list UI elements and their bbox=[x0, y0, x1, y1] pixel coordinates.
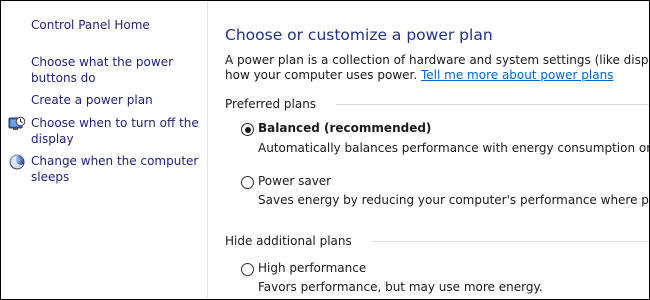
plan-name-power-saver[interactable]: Power saver bbox=[258, 174, 331, 188]
sleep-moon-icon bbox=[8, 153, 26, 171]
sidebar-item-control-panel-home[interactable]: Control Panel Home bbox=[31, 18, 201, 34]
sidebar-item-label-line: buttons do bbox=[31, 70, 96, 85]
display-timer-icon bbox=[8, 115, 26, 133]
plan-description-power-saver: Saves energy by reducing your computer's… bbox=[258, 193, 649, 207]
sidebar-item-label-line: sleeps bbox=[31, 169, 70, 184]
description-text: how your computer uses power. bbox=[225, 68, 418, 82]
sidebar-item-power-buttons[interactable]: Choose what the power buttons do bbox=[31, 55, 201, 86]
plan-name-balanced[interactable]: Balanced (recommended) bbox=[258, 121, 431, 135]
radio-selected-dot bbox=[244, 126, 251, 133]
page-title: Choose or customize a power plan bbox=[225, 26, 493, 44]
preferred-plans-header: Preferred plans bbox=[225, 97, 317, 111]
sidebar-item-computer-sleeps[interactable]: Change when the computer sleeps bbox=[31, 154, 201, 185]
learn-more-link[interactable]: Tell me more about power plans bbox=[421, 68, 613, 82]
high-performance-radio[interactable] bbox=[241, 263, 254, 276]
sidebar-item-label-line: Change when the computer bbox=[31, 154, 199, 168]
hide-additional-plans-toggle[interactable]: Hide additional plans bbox=[225, 234, 352, 248]
power-saver-radio[interactable] bbox=[241, 176, 254, 189]
sidebar-item-label-line: Choose what the power bbox=[31, 55, 174, 69]
plan-name-high-performance[interactable]: High performance bbox=[258, 261, 366, 275]
plan-description-balanced: Automatically balances performance with … bbox=[258, 141, 649, 155]
main-content: Choose or customize a power plan A power… bbox=[208, 1, 649, 299]
sidebar-item-label-line: display bbox=[31, 131, 74, 146]
sidebar-item-label-line: Choose when to turn off the bbox=[31, 116, 199, 130]
description-line: A power plan is a collection of hardware… bbox=[225, 53, 649, 67]
power-options-window: Control Panel Home Choose what the power… bbox=[0, 0, 650, 300]
sidebar: Control Panel Home Choose what the power… bbox=[1, 1, 207, 299]
sidebar-item-create-plan[interactable]: Create a power plan bbox=[31, 93, 201, 109]
group-divider bbox=[373, 241, 649, 242]
balanced-radio[interactable] bbox=[241, 123, 254, 136]
description-line: how your computer uses power. Tell me mo… bbox=[225, 68, 613, 82]
sidebar-item-turn-off-display[interactable]: Choose when to turn off the display bbox=[31, 116, 201, 147]
sidebar-item-label: Create a power plan bbox=[31, 93, 153, 107]
group-divider bbox=[336, 104, 649, 105]
plan-description-high-performance: Favors performance, but may use more ene… bbox=[258, 280, 543, 294]
sidebar-item-label: Control Panel Home bbox=[31, 18, 150, 32]
